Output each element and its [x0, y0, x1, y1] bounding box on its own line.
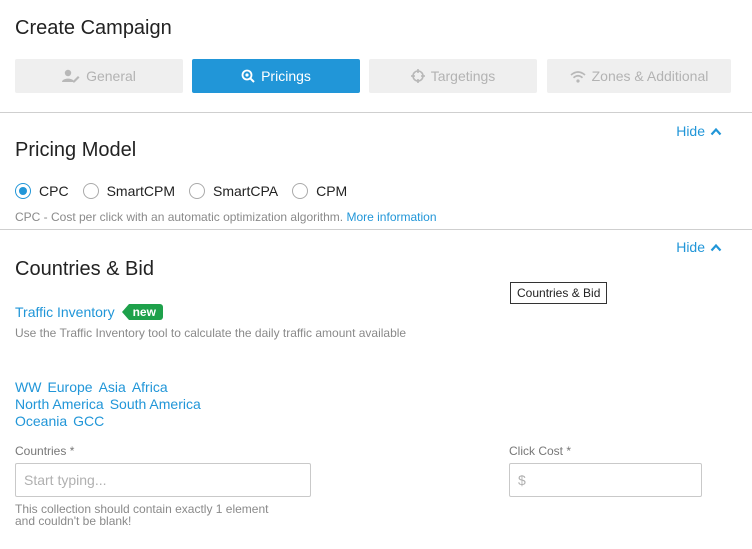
more-information-link[interactable]: More information: [346, 210, 436, 224]
crosshair-icon: [410, 69, 425, 83]
region-europe[interactable]: Europe: [47, 379, 92, 396]
step-general[interactable]: General: [15, 59, 183, 93]
step-pricings[interactable]: Pricings: [192, 59, 360, 93]
step-label: Zones & Additional: [591, 68, 709, 84]
step-zones-additional[interactable]: Zones & Additional: [547, 59, 731, 93]
hide-label: Hide: [676, 123, 705, 139]
chevron-up-icon: [710, 127, 722, 135]
pricing-hint: CPC - Cost per click with an automatic o…: [15, 210, 437, 224]
region-ww[interactable]: WW: [15, 379, 41, 396]
pricing-model-radios: CPC SmartCPM SmartCPA CPM: [15, 183, 361, 199]
region-links: WW Europe Asia Africa North America Sout…: [15, 379, 207, 430]
radio-smartcpm[interactable]: SmartCPM: [82, 183, 176, 199]
wifi-icon: [570, 70, 586, 83]
countries-label: Countries *: [15, 444, 75, 458]
radio-circle: [15, 183, 31, 199]
radio-label: SmartCPM: [106, 183, 176, 199]
traffic-inventory-link[interactable]: Traffic Inventory: [15, 304, 115, 320]
page-title: Create Campaign: [15, 17, 172, 39]
radio-label: CPM: [316, 183, 348, 199]
click-cost-input[interactable]: [509, 463, 702, 497]
chevron-up-icon: [710, 243, 722, 251]
region-africa[interactable]: Africa: [132, 379, 168, 396]
user-edit-icon: [62, 69, 80, 83]
region-row: North America South America: [15, 396, 207, 413]
radio-label: CPC: [39, 183, 69, 199]
region-south-america[interactable]: South America: [110, 396, 201, 413]
pricing-hide-link[interactable]: Hide: [676, 123, 722, 139]
pricing-hint-text: CPC - Cost per click with an automatic o…: [15, 210, 344, 224]
radio-cpc[interactable]: CPC: [15, 183, 69, 199]
step-label: Pricings: [261, 68, 311, 84]
countries-hide-link[interactable]: Hide: [676, 239, 722, 255]
click-cost-label: Click Cost *: [509, 444, 572, 458]
region-oceania[interactable]: Oceania: [15, 413, 67, 430]
radio-label: SmartCPA: [213, 183, 279, 199]
section-divider: [0, 229, 752, 230]
countries-input[interactable]: [15, 463, 311, 497]
radio-circle: [82, 183, 99, 199]
countries-error: This collection should contain exactly 1…: [15, 503, 305, 527]
traffic-hint: Use the Traffic Inventory tool to calcul…: [15, 326, 407, 340]
step-targetings[interactable]: Targetings: [369, 59, 537, 93]
search-icon: [241, 69, 255, 83]
region-north-america[interactable]: North America: [15, 396, 104, 413]
radio-smartcpa[interactable]: SmartCPA: [189, 183, 278, 199]
hide-label: Hide: [676, 239, 705, 255]
pricing-model-title: Pricing Model: [15, 139, 137, 161]
step-label: Targetings: [430, 68, 496, 84]
new-badge: new: [121, 304, 163, 320]
radio-circle: [292, 183, 309, 199]
error-line: and couldn't be blank!: [15, 514, 132, 528]
region-row: Oceania GCC: [15, 413, 207, 430]
campaign-steps: General Pricings Targetings Zones & Addi…: [15, 59, 731, 93]
radio-circle: [189, 183, 206, 199]
region-row: WW Europe Asia Africa: [15, 379, 207, 396]
section-divider: [0, 112, 752, 113]
region-asia[interactable]: Asia: [99, 379, 126, 396]
traffic-inventory-row: Traffic Inventory new: [15, 304, 163, 320]
region-gcc[interactable]: GCC: [73, 413, 104, 430]
tooltip: Countries & Bid: [510, 282, 608, 304]
step-label: General: [86, 68, 136, 84]
countries-bid-title: Countries & Bid: [15, 258, 154, 280]
radio-cpm[interactable]: CPM: [292, 183, 347, 199]
